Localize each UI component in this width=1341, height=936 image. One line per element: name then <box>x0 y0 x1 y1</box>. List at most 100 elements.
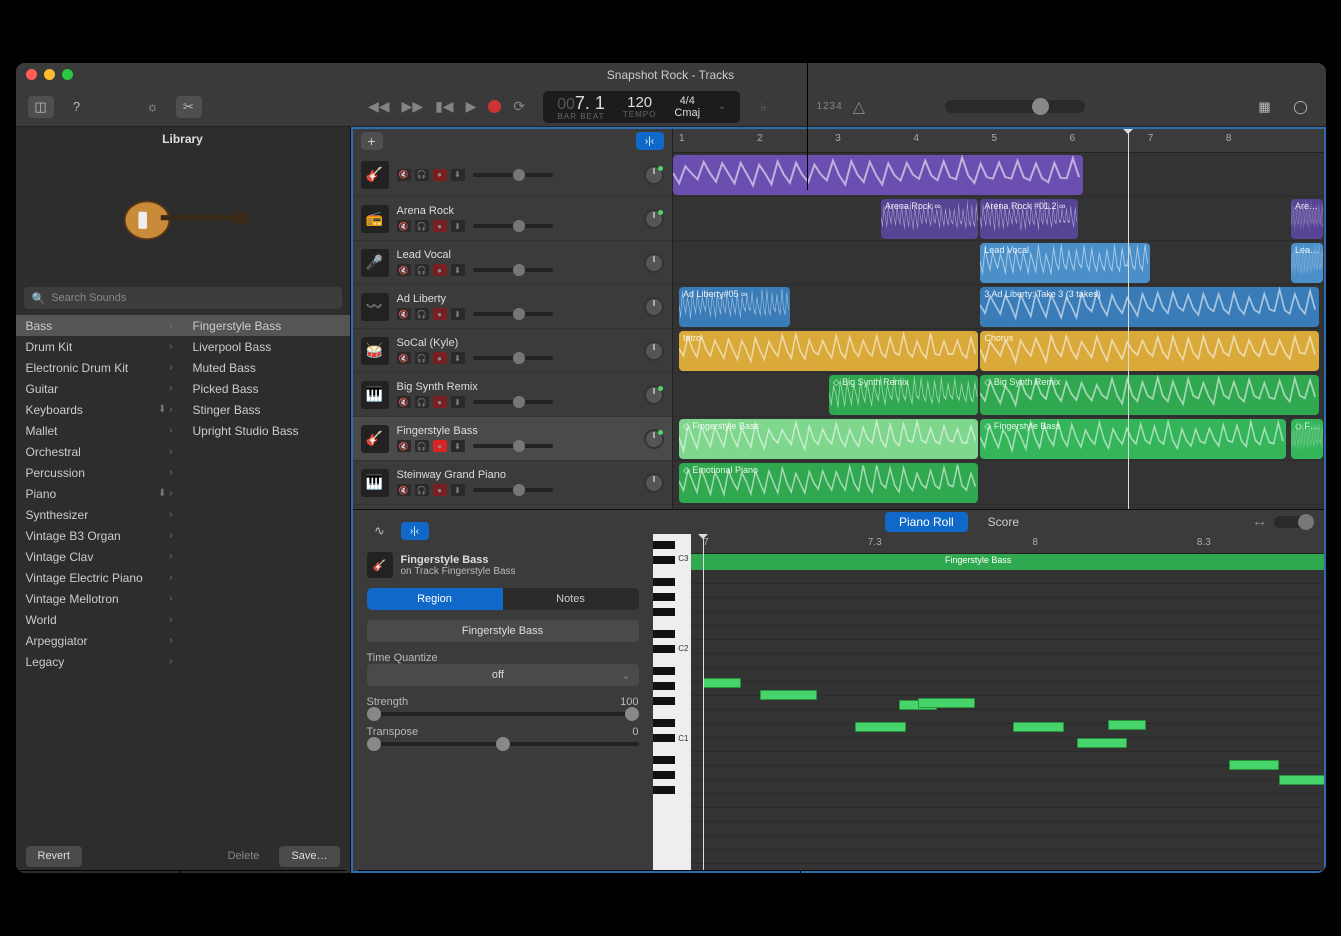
record-enable-button[interactable]: ● <box>433 264 447 276</box>
region[interactable]: ◇ Fingerstyle Bass <box>679 419 978 459</box>
solo-button[interactable]: 🎧 <box>415 220 429 232</box>
cycle-button[interactable]: ⟳ <box>513 98 525 115</box>
quantize-select[interactable]: off⌄ <box>367 664 639 686</box>
pan-knob[interactable] <box>644 473 664 493</box>
solo-button[interactable]: 🎧 <box>415 352 429 364</box>
solo-button[interactable]: 🎧 <box>415 396 429 408</box>
go-to-start-button[interactable]: ▮◀ <box>435 98 453 115</box>
piano-roll-ruler[interactable]: 77.388.3 <box>691 534 1324 554</box>
horizontal-zoom-icon[interactable]: ↔ <box>1252 513 1268 531</box>
solo-button[interactable]: 🎧 <box>415 169 429 181</box>
automation-button[interactable]: ›|‹ <box>636 132 664 150</box>
midi-note[interactable] <box>855 722 906 732</box>
record-enable-button[interactable]: ● <box>433 396 447 408</box>
pan-knob[interactable] <box>644 297 664 317</box>
pan-knob[interactable] <box>644 429 664 449</box>
region[interactable]: Ad Liberty#05 ∞ <box>679 287 790 327</box>
library-category-item[interactable]: Keyboards⬇ › <box>16 399 183 420</box>
region[interactable]: 3 Ad Liberty: Take 3 (3 takes) <box>980 287 1319 327</box>
library-patch-item[interactable]: Liverpool Bass <box>183 336 350 357</box>
track-header[interactable]: 📻 Arena Rock 🔇 🎧 ● ⬇ <box>353 197 672 241</box>
mute-button[interactable]: 🔇 <box>397 308 411 320</box>
library-patch-item[interactable]: Stinger Bass <box>183 399 350 420</box>
input-monitor-button[interactable]: ⬇ <box>451 440 465 452</box>
solo-button[interactable]: 🎧 <box>415 484 429 496</box>
library-category-item[interactable]: Drum Kit › <box>16 336 183 357</box>
track-header[interactable]: 🎹 Big Synth Remix 🔇 🎧 ● ⬇ <box>353 373 672 417</box>
library-category-item[interactable]: Orchestral › <box>16 441 183 462</box>
notepad-button[interactable]: ▦ <box>1252 96 1278 118</box>
track-volume-slider[interactable] <box>473 173 553 177</box>
track-lane[interactable] <box>673 153 1324 197</box>
library-category-item[interactable]: Piano⬇ › <box>16 483 183 504</box>
rewind-button[interactable]: ◀◀ <box>368 98 390 115</box>
zoom-icon[interactable] <box>62 69 73 80</box>
mute-button[interactable]: 🔇 <box>397 352 411 364</box>
close-icon[interactable] <box>26 69 37 80</box>
region[interactable]: ◇ Big Synth Remix <box>980 375 1319 415</box>
track-volume-slider[interactable] <box>473 224 553 228</box>
track-volume-slider[interactable] <box>473 356 553 360</box>
timeline-ruler[interactable]: 12345678 <box>673 129 1324 153</box>
tab-region[interactable]: Region <box>367 588 503 610</box>
midi-note[interactable] <box>1077 738 1128 748</box>
library-patch-item[interactable]: Upright Studio Bass <box>183 420 350 441</box>
library-category-item[interactable]: Electronic Drum Kit › <box>16 357 183 378</box>
pan-knob[interactable] <box>644 209 664 229</box>
piano-keyboard[interactable]: C3C2C1 <box>653 534 691 871</box>
lcd-display[interactable]: 007. 1 BAR BEAT 120 TEMPO 4/4 Cmaj ⌄ <box>543 91 740 123</box>
library-category-item[interactable]: Percussion › <box>16 462 183 483</box>
editor-automation-button[interactable]: ›|‹ <box>401 522 429 540</box>
library-patch-item[interactable]: Fingerstyle Bass <box>183 315 350 336</box>
track-lane[interactable]: ◇ Big Synth Remix ◇ Big Synth Remix <box>673 373 1324 417</box>
track-volume-slider[interactable] <box>473 268 553 272</box>
revert-button[interactable]: Revert <box>26 846 82 867</box>
track-lane[interactable]: ◇ Fingerstyle Bass ◇ Fingerstyle Bass ◇ … <box>673 417 1324 461</box>
region[interactable]: Arena Rock <box>1291 199 1324 239</box>
record-enable-button[interactable]: ● <box>433 220 447 232</box>
editors-button[interactable]: ✂ <box>176 96 202 118</box>
midi-note[interactable] <box>760 690 817 700</box>
library-category-item[interactable]: World › <box>16 609 183 630</box>
record-enable-button[interactable]: ● <box>433 484 447 496</box>
region[interactable]: Lead Vocal <box>980 243 1149 283</box>
tab-piano-roll[interactable]: Piano Roll <box>885 512 968 532</box>
track-header[interactable]: 🎹 Steinway Grand Piano 🔇 🎧 ● ⬇ <box>353 461 672 505</box>
loop-browser-button[interactable]: ◯ <box>1288 96 1314 118</box>
track-volume-slider[interactable] <box>473 444 553 448</box>
midi-note[interactable] <box>1108 720 1146 730</box>
track-lane[interactable]: Ad Liberty#05 ∞ 3 Ad Liberty: Take 3 (3 … <box>673 285 1324 329</box>
region-preset-field[interactable]: Fingerstyle Bass <box>367 620 639 642</box>
region[interactable]: ◇ Fingerstyle Bass <box>980 419 1286 459</box>
library-patch-list[interactable]: Fingerstyle BassLiverpool BassMuted Bass… <box>183 315 350 839</box>
track-header[interactable]: 🥁 SoCal (Kyle) 🔇 🎧 ● ⬇ <box>353 329 672 373</box>
midi-note[interactable] <box>1013 722 1064 732</box>
track-volume-slider[interactable] <box>473 312 553 316</box>
minimize-icon[interactable] <box>44 69 55 80</box>
input-monitor-button[interactable]: ⬇ <box>451 396 465 408</box>
pan-knob[interactable] <box>644 341 664 361</box>
tab-score[interactable]: Score <box>988 515 1019 529</box>
tab-notes[interactable]: Notes <box>503 588 639 610</box>
zoom-slider[interactable] <box>1274 516 1314 528</box>
editor-playhead[interactable] <box>703 534 704 871</box>
piano-roll-grid[interactable] <box>691 570 1324 871</box>
track-lane[interactable]: Arena Rock ∞ Arena Rock #01.2 ∞ Arena Ro… <box>673 197 1324 241</box>
region[interactable]: ◇ Emotional Piano <box>679 463 978 503</box>
mute-button[interactable]: 🔇 <box>397 220 411 232</box>
region[interactable]: Lead Vocal <box>1291 243 1324 283</box>
region[interactable]: Intro <box>679 331 978 371</box>
library-patch-item[interactable]: Muted Bass <box>183 357 350 378</box>
track-header[interactable]: 🎸 🔇 🎧 ● ⬇ <box>353 153 672 197</box>
smart-controls-button[interactable]: ☼ <box>140 96 166 118</box>
input-monitor-button[interactable]: ⬇ <box>451 220 465 232</box>
track-lane[interactable]: Lead Vocal Lead Vocal <box>673 241 1324 285</box>
region[interactable]: Arena Rock ∞ <box>881 199 979 239</box>
search-input[interactable]: 🔍 Search Sounds <box>24 287 342 309</box>
track-volume-slider[interactable] <box>473 488 553 492</box>
transpose-slider[interactable] <box>367 742 639 746</box>
mute-button[interactable]: 🔇 <box>397 396 411 408</box>
solo-button[interactable]: 🎧 <box>415 308 429 320</box>
track-lane[interactable]: ◇ Emotional Piano <box>673 461 1324 505</box>
region[interactable] <box>673 155 1083 195</box>
